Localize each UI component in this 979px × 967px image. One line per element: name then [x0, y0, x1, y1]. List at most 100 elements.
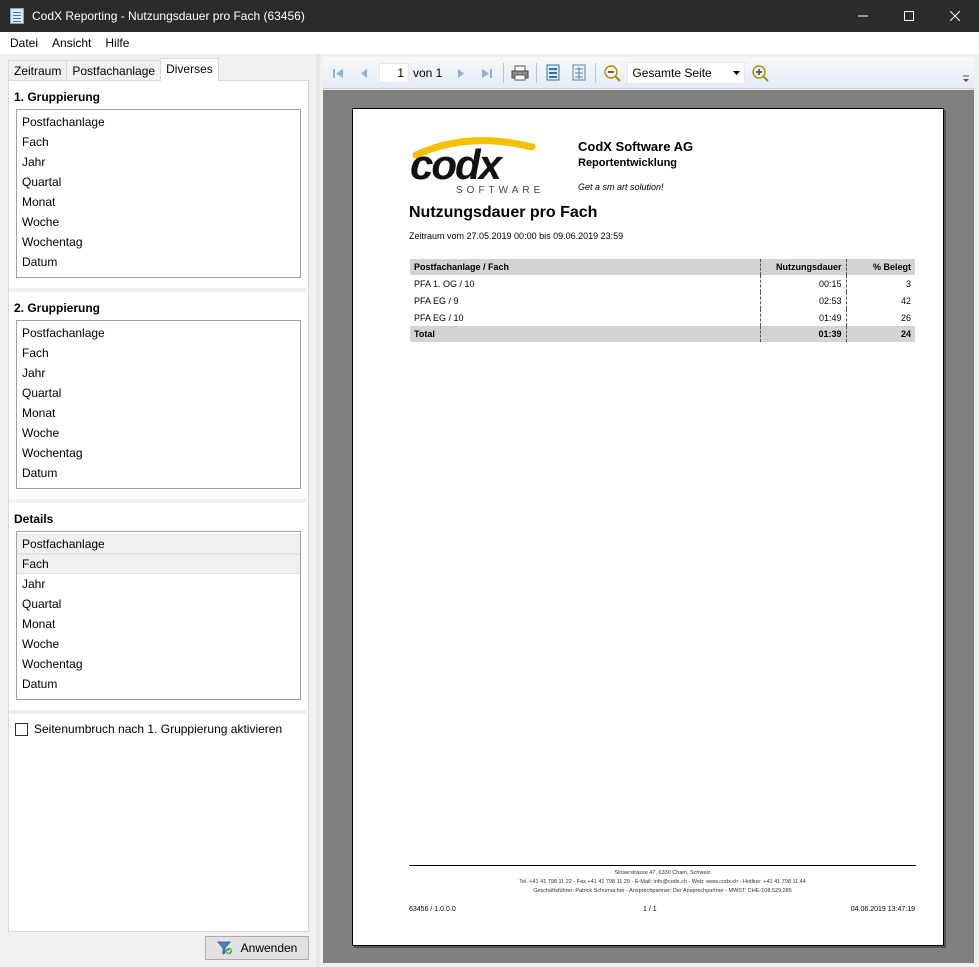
apply-label: Anwenden — [240, 941, 298, 955]
list-item[interactable]: Datum — [17, 252, 300, 272]
list-item[interactable]: Quartal — [17, 594, 300, 614]
close-button[interactable] — [932, 0, 978, 32]
footer-address: Sinserstrasse 47, 6330 Cham, Schweiz — [614, 870, 711, 876]
list-item[interactable]: Wochentag — [17, 654, 300, 674]
viewer-toolbar: 1 von 1 Gesamte Seite — [323, 57, 974, 89]
list-item[interactable]: Quartal — [17, 172, 300, 192]
table-row: PFA EG / 9 02:53 42 — [410, 292, 915, 309]
column-header: % Belegt — [845, 259, 915, 275]
minimize-button[interactable] — [840, 0, 886, 32]
details-list[interactable]: Postfachanlage Fach Jahr Quartal Monat W… — [16, 531, 301, 700]
table-cell: 3 — [845, 275, 915, 292]
first-page-button[interactable] — [327, 62, 349, 84]
list-item[interactable]: Wochentag — [17, 232, 300, 252]
list-item[interactable]: Jahr — [17, 152, 300, 172]
tab-postfachanlage[interactable]: Postfachanlage — [66, 60, 162, 81]
toolbar-overflow-button[interactable] — [962, 75, 970, 85]
app-icon — [10, 8, 24, 24]
export-icon — [546, 64, 560, 80]
splitter[interactable] — [316, 54, 320, 967]
grouping2-title: 2. Gruppierung — [14, 301, 101, 315]
page-number-input[interactable]: 1 — [379, 62, 409, 83]
maximize-button[interactable] — [886, 0, 932, 32]
list-item[interactable]: Fach — [17, 132, 300, 152]
table-row: PFA EG / 10 01:49 26 — [410, 309, 915, 326]
tab-diverses[interactable]: Diverses — [160, 58, 219, 81]
tab-zeitraum[interactable]: Zeitraum — [8, 60, 68, 81]
table-row: PFA 1. OG / 10 00:15 3 — [410, 275, 915, 292]
list-item[interactable]: Wochentag — [17, 443, 300, 463]
list-item[interactable]: Woche — [17, 212, 300, 232]
toolbar-separator — [595, 62, 597, 83]
grouping1-title: 1. Gruppierung — [14, 90, 101, 104]
apply-button[interactable]: Anwenden — [205, 936, 309, 960]
next-page-button[interactable] — [450, 62, 472, 84]
section-divider — [9, 499, 306, 503]
list-item[interactable]: Fach — [17, 343, 300, 363]
next-page-icon — [458, 68, 465, 78]
table-cell: 01:39 — [759, 326, 846, 342]
table-cell: 02:53 — [759, 292, 846, 309]
list-item[interactable]: Jahr — [17, 363, 300, 383]
page-break-checkbox[interactable] — [15, 722, 28, 736]
menu-hilfe[interactable]: Hilfe — [98, 36, 136, 50]
window-title: CodX Reporting - Nutzungsdauer pro Fach … — [32, 9, 305, 23]
list-item[interactable]: Postfachanlage — [17, 323, 300, 343]
menu-datei[interactable]: Datei — [3, 36, 45, 50]
section-divider — [9, 288, 306, 292]
page-break-label[interactable]: Seitenumbruch nach 1. Gruppierung aktivi… — [34, 722, 282, 736]
tab-page-diverses: 1. Gruppierung Postfachanlage Fach Jahr … — [8, 80, 309, 932]
list-item[interactable]: Monat — [17, 403, 300, 423]
list-item[interactable]: Quartal — [17, 383, 300, 403]
footer-version: 63456 / 1.0.0.0 — [409, 906, 456, 913]
grouping1-list[interactable]: Postfachanlage Fach Jahr Quartal Monat W… — [16, 109, 301, 278]
footer-management: Geschäftsführer: Patrick Schumacher - An… — [533, 888, 792, 894]
list-item[interactable]: Jahr — [17, 574, 300, 594]
tab-strip: Zeitraum Postfachanlage Diverses — [8, 58, 219, 81]
menu-bar: Datei Ansicht Hilfe — [0, 32, 979, 54]
print-button[interactable] — [509, 62, 531, 84]
close-icon — [950, 11, 960, 21]
list-item[interactable]: Woche — [17, 423, 300, 443]
list-item[interactable]: Monat — [17, 192, 300, 212]
details-title: Details — [14, 512, 54, 526]
report-viewer: 1 von 1 Gesamte Seite codx SOFTWARE CodX… — [323, 57, 974, 963]
company-slogan: Get a sm art solution! — [578, 182, 664, 192]
list-item[interactable]: Woche — [17, 634, 300, 654]
zoom-out-button[interactable] — [601, 62, 623, 84]
table-cell: Total — [410, 326, 760, 342]
column-header: Postfachanlage / Fach — [410, 259, 760, 275]
prev-page-icon — [361, 68, 367, 78]
list-item-selected[interactable]: Postfachanlage — [17, 534, 300, 554]
prev-page-button[interactable] — [353, 62, 375, 84]
list-item[interactable]: Datum — [17, 463, 300, 483]
grouping2-list[interactable]: Postfachanlage Fach Jahr Quartal Monat W… — [16, 320, 301, 489]
footer-timestamp: 04.06.2019 13:47:19 — [850, 906, 915, 913]
list-item[interactable]: Datum — [17, 674, 300, 694]
list-item[interactable]: Monat — [17, 614, 300, 634]
list-item[interactable]: Postfachanlage — [17, 112, 300, 132]
minimize-icon — [858, 15, 868, 17]
maximize-icon — [904, 11, 914, 21]
department-name: Reportentwicklung — [578, 157, 678, 169]
table-cell: PFA EG / 9 — [414, 295, 459, 306]
list-item-selected[interactable]: Fach — [17, 554, 300, 574]
zoom-in-button[interactable] — [749, 62, 771, 84]
menu-ansicht[interactable]: Ansicht — [45, 36, 98, 50]
zoom-select[interactable]: Gesamte Seite — [627, 61, 746, 84]
zoom-in-icon — [752, 64, 770, 82]
overflow-icon — [963, 75, 969, 82]
export-button[interactable] — [542, 62, 564, 84]
report-preview-area[interactable]: codx SOFTWARE CodX Software AG Reportent… — [323, 90, 974, 963]
report-table: Postfachanlage / Fach Nutzungsdauer % Be… — [410, 259, 915, 342]
table-cell: 01:49 — [759, 309, 846, 326]
codx-logo: codx SOFTWARE — [410, 137, 540, 196]
first-page-icon — [333, 68, 343, 78]
footer-divider — [409, 865, 916, 866]
report-page: codx SOFTWARE CodX Software AG Reportent… — [352, 108, 944, 946]
export-excel-button[interactable] — [568, 62, 590, 84]
title-bar: CodX Reporting - Nutzungsdauer pro Fach … — [0, 0, 979, 32]
column-header: Nutzungsdauer — [759, 259, 846, 275]
last-page-button[interactable] — [476, 62, 498, 84]
options-panel: Zeitraum Postfachanlage Diverses 1. Grup… — [0, 54, 316, 967]
